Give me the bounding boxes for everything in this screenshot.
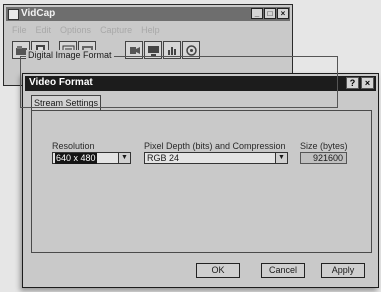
pixel-depth-select[interactable]: RGB 24 ▼ — [144, 152, 288, 164]
menu-options[interactable]: Options — [60, 25, 91, 35]
main-title-bar[interactable]: VidCap _ □ × — [6, 7, 290, 21]
menu-help[interactable]: Help — [141, 25, 160, 35]
resolution-select[interactable]: 640 x 480 ▼ — [52, 152, 131, 164]
chevron-down-icon[interactable]: ▼ — [275, 153, 287, 163]
ok-button[interactable]: OK — [196, 263, 240, 278]
stream-settings-panel — [31, 110, 372, 253]
main-window-title: VidCap — [21, 8, 56, 19]
dialog-close-button[interactable]: × — [361, 77, 374, 89]
menu-edit[interactable]: Edit — [36, 25, 52, 35]
menu-file[interactable]: File — [12, 25, 27, 35]
chevron-down-icon[interactable]: ▼ — [118, 153, 130, 163]
minimize-button[interactable]: _ — [251, 8, 263, 19]
size-value: 921600 — [300, 152, 347, 164]
app-icon — [8, 9, 19, 20]
close-button[interactable]: × — [277, 8, 289, 19]
group-label: Digital Image Format — [26, 50, 114, 60]
digital-image-format-group — [20, 56, 338, 108]
maximize-button[interactable]: □ — [264, 8, 276, 19]
menu-capture[interactable]: Capture — [100, 25, 132, 35]
resolution-value: 640 x 480 — [55, 153, 97, 164]
resolution-label: Resolution — [52, 141, 95, 151]
pixel-depth-value: RGB 24 — [147, 153, 180, 163]
pixel-depth-label: Pixel Depth (bits) and Compression — [144, 141, 286, 151]
menu-bar: File Edit Options Capture Help — [12, 25, 160, 35]
apply-button[interactable]: Apply — [321, 263, 365, 278]
cancel-button[interactable]: Cancel — [261, 263, 305, 278]
help-button[interactable]: ? — [346, 77, 359, 89]
size-label: Size (bytes) — [300, 141, 348, 151]
